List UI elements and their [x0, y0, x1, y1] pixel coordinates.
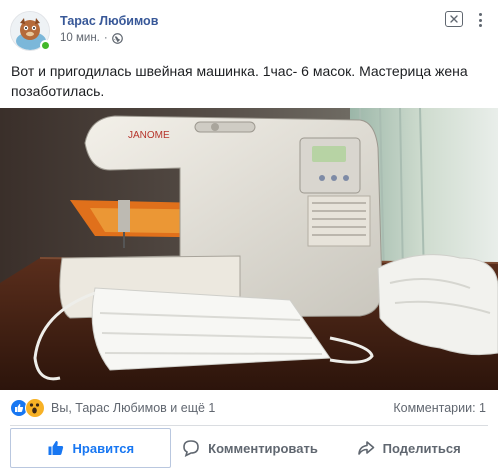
more-options-icon[interactable] [472, 13, 488, 27]
sewing-machine-photo: JANOME [0, 108, 498, 390]
share-button[interactable]: Поделиться [329, 428, 488, 468]
author-name[interactable]: Тарас Любимов [60, 14, 158, 28]
svg-text:JANOME: JANOME [128, 130, 170, 141]
author-avatar[interactable] [10, 11, 52, 53]
close-icon[interactable] [445, 11, 463, 27]
online-status-dot [40, 40, 51, 51]
reactions-bar: Вы, Тарас Любимов и ещё 1 Комментарии: 1 [0, 396, 498, 420]
share-arrow-icon [357, 439, 375, 457]
post-text: Вот и пригодилась швейная машинка. 1час-… [11, 63, 468, 99]
thumbs-up-icon [47, 439, 65, 457]
globe-icon[interactable] [111, 32, 123, 44]
share-label: Поделиться [382, 440, 461, 456]
wow-reaction-icon [25, 398, 45, 418]
like-label: Нравится [72, 440, 135, 456]
post-time[interactable]: 10 мин. [60, 32, 100, 44]
post-meta: 10 мин. · [60, 32, 123, 44]
comment-label: Комментировать [208, 440, 318, 456]
divider [10, 425, 488, 426]
reactions-summary[interactable]: Вы, Тарас Любимов и ещё 1 [51, 401, 215, 415]
comment-button[interactable]: Комментировать [171, 428, 330, 468]
post-header: Тарас Любимов 10 мин. · [0, 0, 498, 56]
meta-separator: · [103, 32, 108, 44]
post-photo[interactable]: JANOME [0, 108, 498, 390]
comment-bubble-icon [182, 439, 200, 458]
like-button[interactable]: Нравится [10, 428, 171, 468]
reaction-icons[interactable] [10, 398, 46, 418]
comments-count[interactable]: Комментарии: 1 [393, 401, 486, 415]
action-bar: Нравится Комментировать Поделиться [10, 428, 488, 468]
